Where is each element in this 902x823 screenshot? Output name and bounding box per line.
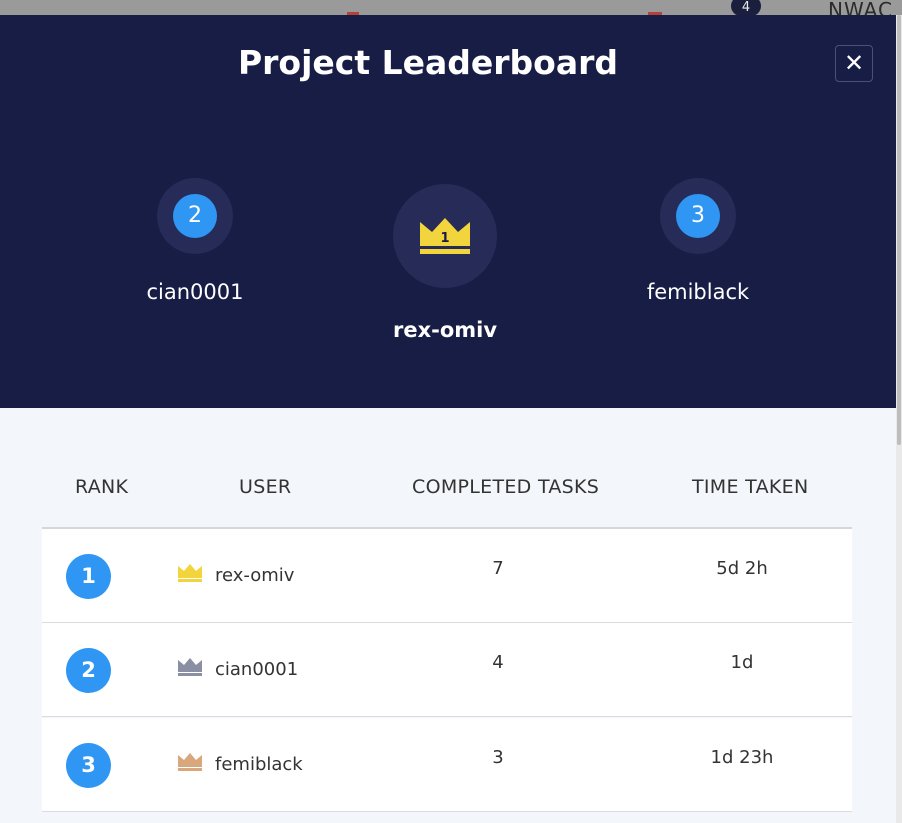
table-row: 3 femiblack 3 1d 23h <box>42 718 852 812</box>
crown-number: 1 <box>440 231 449 246</box>
row-completed-tasks: 4 <box>492 652 504 673</box>
crown-icon <box>178 564 202 582</box>
background-page-header: 4 NWAC <box>0 0 902 22</box>
podium-avatar-circle: 3 <box>660 178 736 254</box>
modal-title: Project Leaderboard <box>237 43 619 82</box>
row-completed-tasks: 3 <box>492 747 504 768</box>
leaderboard-hero: Project Leaderboard ✕ 2 cian0001 1 rex-o… <box>0 15 896 408</box>
scrollbar-thumb[interactable] <box>897 15 901 445</box>
podium-username: cian0001 <box>146 280 244 304</box>
rank-badge: 3 <box>676 194 720 238</box>
podium-username: rex-omiv <box>392 318 498 342</box>
row-username: rex-omiv <box>215 565 295 586</box>
rank-badge: 1 <box>66 554 111 599</box>
close-button[interactable]: ✕ <box>835 45 873 82</box>
row-completed-tasks: 7 <box>492 558 504 579</box>
leaderboard-modal: Project Leaderboard ✕ 2 cian0001 1 rex-o… <box>0 15 896 823</box>
row-time-taken: 1d 23h <box>710 747 774 768</box>
row-time-taken: 1d <box>730 652 754 673</box>
crown-icon <box>178 753 202 771</box>
row-username: cian0001 <box>215 659 299 680</box>
header-rank: RANK <box>75 476 129 498</box>
rank-badge: 2 <box>66 648 111 693</box>
row-username: femiblack <box>215 754 303 775</box>
row-time-taken: 5d 2h <box>716 558 768 579</box>
podium-username: femiblack <box>646 280 750 304</box>
close-icon: ✕ <box>843 49 865 77</box>
table-row: 1 rex-omiv 7 5d 2h <box>42 529 852 623</box>
podium-third-place: 3 femiblack <box>628 178 768 304</box>
podium-avatar-circle: 1 <box>393 184 497 288</box>
table-row: 2 cian0001 4 1d <box>42 623 852 717</box>
rank-badge: 2 <box>173 194 217 238</box>
podium-first-place: 1 rex-omiv <box>375 184 515 342</box>
rank-badge: 3 <box>66 743 111 788</box>
scrollbar[interactable] <box>896 15 902 823</box>
header-user: USER <box>239 476 292 498</box>
table-header-row: RANK USER COMPLETED TASKS TIME TAKEN <box>42 460 852 529</box>
podium-second-place: 2 cian0001 <box>125 178 265 304</box>
notification-badge: 4 <box>731 0 761 16</box>
header-time-taken: TIME TAKEN <box>692 476 809 498</box>
crown-icon <box>178 658 202 676</box>
crown-icon: 1 <box>420 218 470 254</box>
header-completed-tasks: COMPLETED TASKS <box>412 476 600 498</box>
podium-avatar-circle: 2 <box>157 178 233 254</box>
